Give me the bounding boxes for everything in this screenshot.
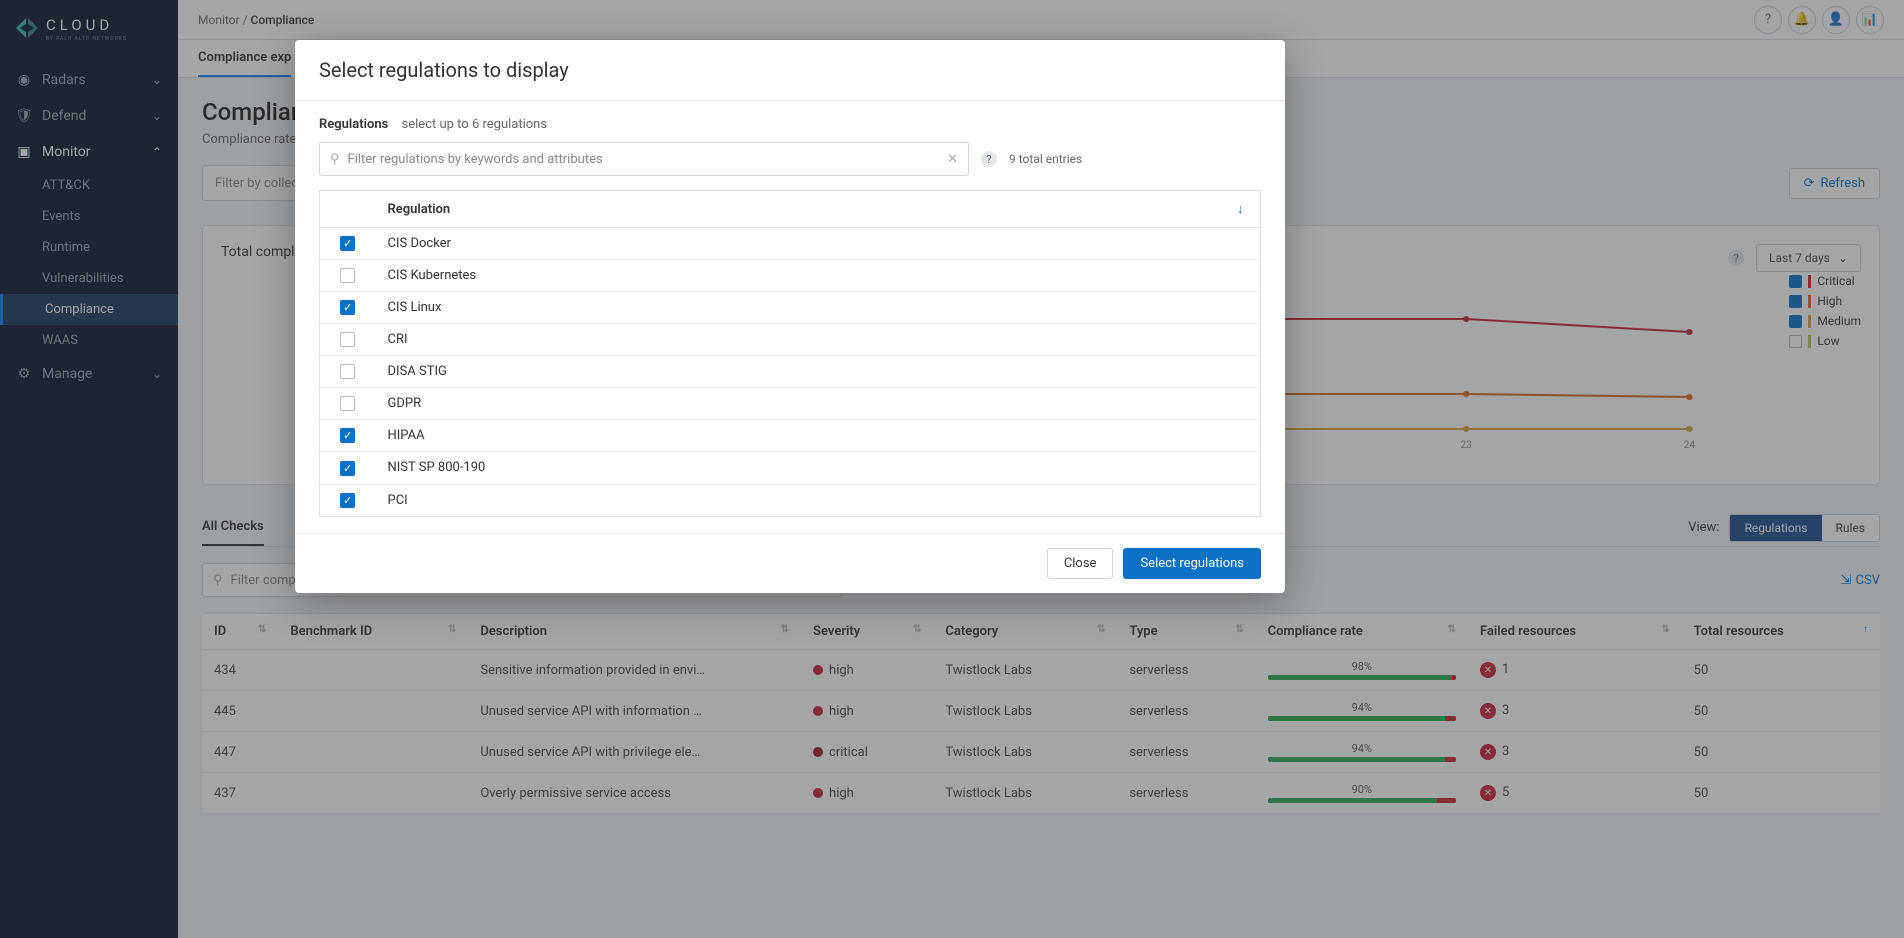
col-sort[interactable]: ↓ xyxy=(1221,191,1261,228)
regulations-table: Regulation ↓ ✓ CIS DockerCIS Kubernetes ✓ C… xyxy=(319,190,1261,517)
modal-hint: select up to 6 regulations xyxy=(402,117,548,132)
regulation-label: CIS Docker xyxy=(376,228,1221,260)
checkbox[interactable]: ✓ xyxy=(340,236,355,251)
modal-search-input[interactable]: ⚲ Filter regulations by keywords and att… xyxy=(319,142,969,176)
modal-entries: 9 total entries xyxy=(1009,152,1082,166)
filter-icon: ⚲ xyxy=(330,152,340,167)
regulation-row[interactable]: ✓ CIS Docker xyxy=(320,228,1261,260)
regulation-row[interactable]: ✓ PCI xyxy=(320,484,1261,516)
regulation-row[interactable]: ✓ CIS Linux xyxy=(320,292,1261,324)
regulation-label: DISA STIG xyxy=(376,356,1221,388)
col-regulation[interactable]: Regulation xyxy=(376,191,1221,228)
modal-label: Regulations xyxy=(319,117,388,132)
col-checkbox xyxy=(320,191,376,228)
regulation-label: NIST SP 800-190 xyxy=(376,452,1221,484)
checkbox[interactable] xyxy=(340,364,355,379)
regulation-row[interactable]: ✓ NIST SP 800-190 xyxy=(320,452,1261,484)
regulation-row[interactable]: CIS Kubernetes xyxy=(320,260,1261,292)
checkbox[interactable]: ✓ xyxy=(340,428,355,443)
checkbox[interactable]: ✓ xyxy=(340,461,355,476)
regulation-label: CRI xyxy=(376,324,1221,356)
arrow-down-icon: ↓ xyxy=(1237,202,1244,217)
checkbox[interactable] xyxy=(340,332,355,347)
regulation-row[interactable]: CRI xyxy=(320,324,1261,356)
regulation-row[interactable]: GDPR xyxy=(320,388,1261,420)
checkbox[interactable]: ✓ xyxy=(340,300,355,315)
regulation-label: CIS Kubernetes xyxy=(376,260,1221,292)
checkbox[interactable] xyxy=(340,268,355,283)
modal-title: Select regulations to display xyxy=(295,40,1285,101)
regulation-label: HIPAA xyxy=(376,420,1221,452)
clear-icon[interactable]: ✕ xyxy=(947,152,958,167)
regulation-row[interactable]: DISA STIG xyxy=(320,356,1261,388)
close-button[interactable]: Close xyxy=(1047,548,1114,579)
checkbox[interactable]: ✓ xyxy=(340,493,355,508)
checkbox[interactable] xyxy=(340,396,355,411)
regulation-label: CIS Linux xyxy=(376,292,1221,324)
regulations-modal: Select regulations to display Regulation… xyxy=(295,40,1285,593)
select-regulations-button[interactable]: Select regulations xyxy=(1123,548,1261,579)
help-icon[interactable]: ? xyxy=(981,151,997,167)
regulation-label: GDPR xyxy=(376,388,1221,420)
regulation-label: PCI xyxy=(376,484,1221,516)
regulation-row[interactable]: ✓ HIPAA xyxy=(320,420,1261,452)
